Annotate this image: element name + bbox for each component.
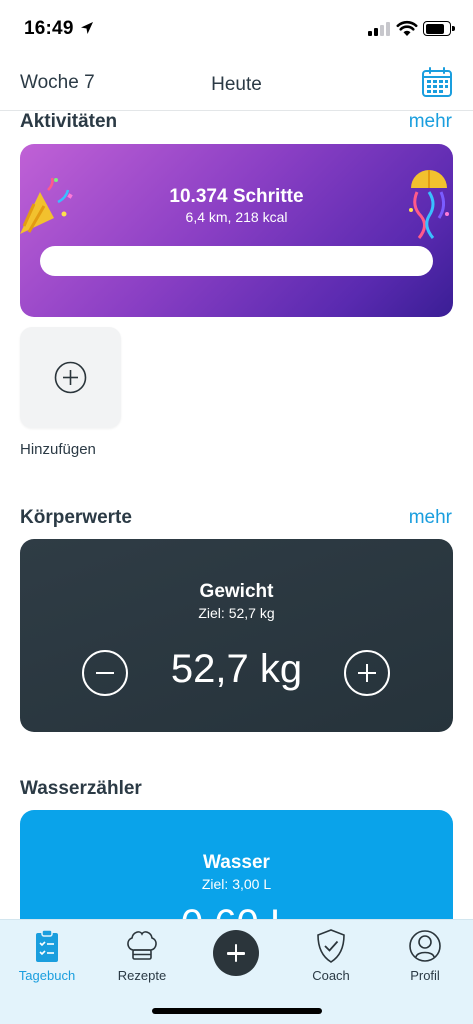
chef-hat-icon bbox=[127, 931, 157, 960]
tab-recipes-label: Rezepte bbox=[117, 968, 167, 983]
cellular-signal-icon bbox=[368, 22, 390, 36]
calendar-icon[interactable] bbox=[421, 66, 453, 98]
add-entry-button[interactable] bbox=[213, 930, 259, 976]
battery-icon bbox=[423, 21, 455, 36]
body-values-more-link[interactable]: mehr bbox=[409, 507, 452, 529]
confetti-ball-icon bbox=[409, 170, 449, 239]
tab-coach-label: Coach bbox=[312, 968, 350, 983]
add-activity-label: Hinzufügen bbox=[20, 441, 96, 458]
status-time: 16:49 bbox=[24, 18, 74, 39]
body-values-title: Körperwerte bbox=[20, 507, 132, 528]
top-header: Woche 7 Heute bbox=[0, 56, 473, 111]
tab-diary[interactable]: Tagebuch bbox=[2, 928, 92, 983]
weight-increase-button[interactable] bbox=[344, 650, 390, 696]
water-section-title: Wasserzähler bbox=[20, 778, 142, 799]
profile-icon bbox=[409, 930, 441, 962]
steps-card[interactable]: 10.374 Schritte 6,4 km, 218 kcal bbox=[20, 144, 453, 317]
steps-progress-bar bbox=[40, 246, 433, 276]
water-goal: Ziel: 3,00 L bbox=[201, 876, 272, 892]
tab-profile-label: Profil bbox=[410, 968, 440, 983]
weight-title: Gewicht bbox=[199, 581, 274, 602]
activities-more-link[interactable]: mehr bbox=[409, 111, 452, 133]
diary-icon bbox=[36, 929, 58, 962]
tab-diary-label: Tagebuch bbox=[18, 968, 76, 983]
add-activity-button[interactable] bbox=[20, 327, 121, 428]
weight-goal: Ziel: 52,7 kg bbox=[198, 605, 275, 621]
steps-title: 10.374 Schritte bbox=[169, 186, 304, 207]
tab-coach[interactable]: Coach bbox=[286, 928, 376, 983]
activities-title: Aktivitäten bbox=[20, 111, 118, 132]
steps-subtitle: 6,4 km, 218 kcal bbox=[185, 209, 288, 225]
tab-recipes[interactable]: Rezepte bbox=[97, 928, 187, 983]
wifi-icon bbox=[396, 20, 418, 36]
page-title: Heute bbox=[211, 74, 262, 95]
plus-circle-icon bbox=[54, 361, 87, 394]
water-title: Wasser bbox=[203, 852, 270, 873]
tab-profile[interactable]: Profil bbox=[380, 928, 470, 983]
home-indicator bbox=[152, 1008, 322, 1014]
status-bar: 16:49 bbox=[0, 0, 473, 56]
shield-check-icon bbox=[317, 929, 345, 963]
tab-bar: Tagebuch Rezepte Coach Profil bbox=[0, 919, 473, 1024]
location-arrow-icon bbox=[81, 22, 93, 34]
weight-card: Gewicht Ziel: 52,7 kg 52,7 kg bbox=[20, 539, 453, 732]
